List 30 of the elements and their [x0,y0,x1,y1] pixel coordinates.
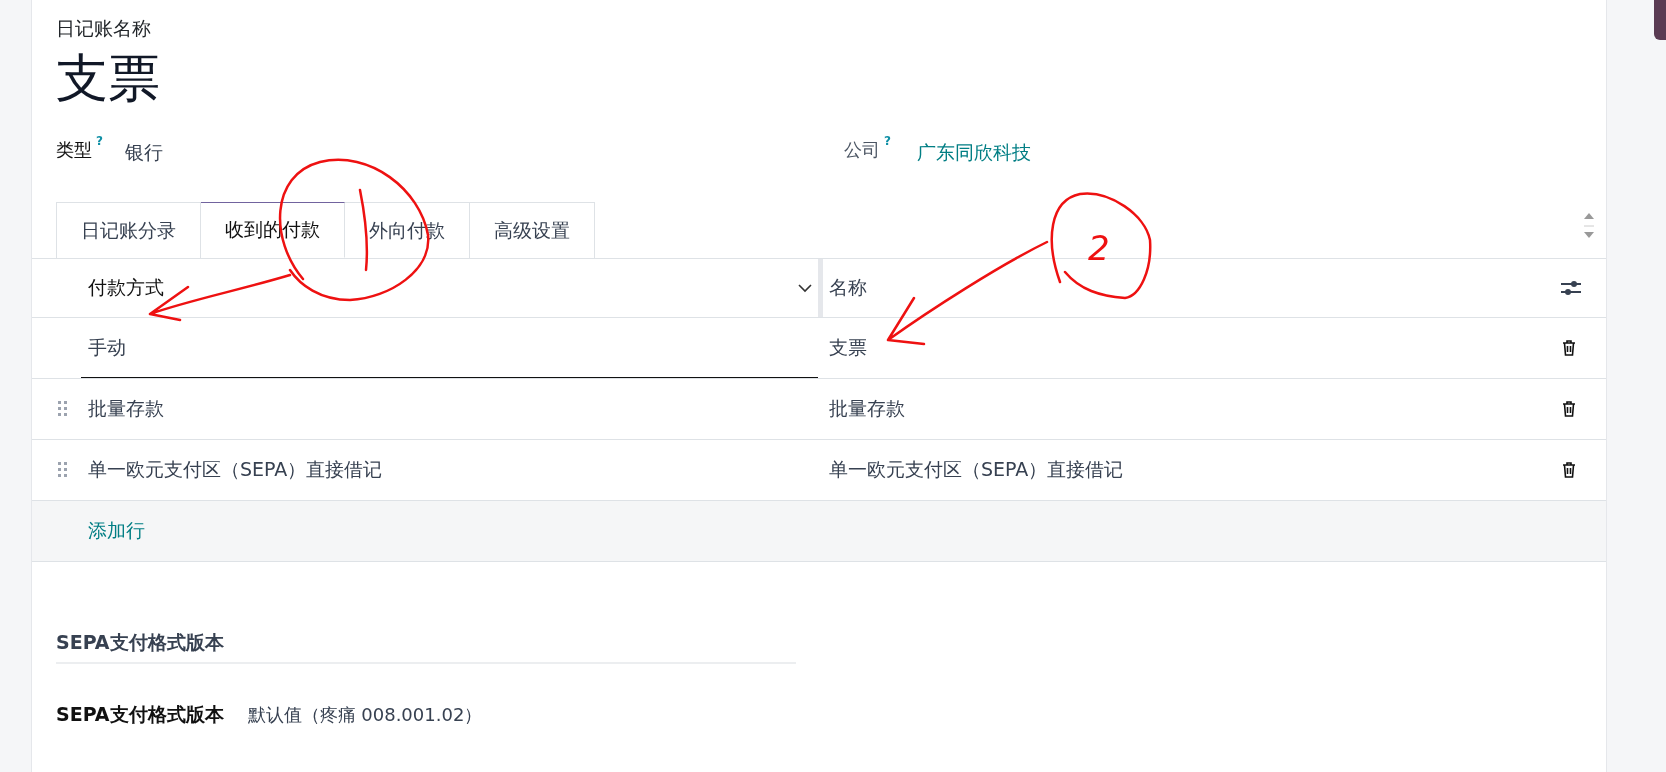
section-heading: SEPA支付格式版本 [56,630,796,664]
field-value: 银行 [124,140,163,165]
chevron-down-icon[interactable] [798,283,812,293]
table-cell-text: 批量存款 [829,396,906,421]
add-line-link[interactable]: 添加行 [88,518,145,544]
trash-icon[interactable] [1562,401,1576,417]
tab[interactable]: 高级设置 [470,202,595,258]
drag-handle-icon[interactable] [57,400,69,418]
trash-icon[interactable] [1562,340,1576,356]
table-cell-text: 支票 [829,335,868,360]
field-label: 类型 [56,138,92,162]
tab[interactable]: 日记账分录 [56,202,201,258]
drag-handle-icon[interactable] [57,461,69,479]
help-icon[interactable]: ? [884,134,891,148]
hand-drawn-label: 2 [1088,228,1110,268]
input-field[interactable]: 手动 [81,318,818,378]
column-header[interactable]: 名称 [829,275,1560,301]
table-cell-text: 批量存款 [88,396,165,421]
column-header[interactable]: 付款方式 [88,275,798,301]
field-value: 默认值（疼痛 008.001.02） [247,703,483,727]
help-icon[interactable]: ? [96,134,103,148]
company-link[interactable]: 广东同欣科技 [916,140,1031,166]
field-label: SEPA支付格式版本 [56,702,224,727]
table-cell-text: 单一欧元支付区（SEPA）直接借记 [88,457,384,482]
field-label: 日记账名称 [56,16,152,41]
table-cell-text: 单一欧元支付区（SEPA）直接借记 [829,457,1125,482]
trash-icon[interactable] [1562,462,1576,478]
journal-name: 支票 [56,47,161,110]
field-label: 公司 [844,138,880,162]
settings-icon[interactable] [1560,279,1582,297]
